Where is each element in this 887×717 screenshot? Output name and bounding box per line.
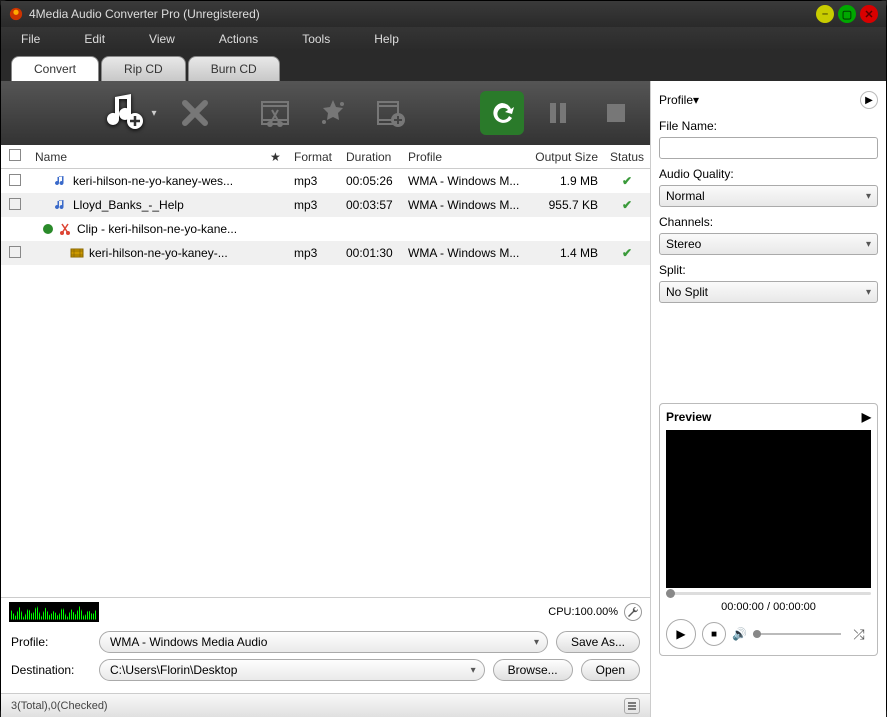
volume-slider[interactable] (753, 633, 841, 635)
preview-header: Preview (666, 410, 711, 424)
destination-label: Destination: (11, 663, 91, 677)
music-icon (53, 197, 69, 213)
column-profile[interactable]: Profile (408, 150, 528, 164)
waveform-display (9, 602, 99, 622)
row-format: mp3 (294, 246, 346, 260)
profile-select[interactable]: WMA - Windows Media Audio (99, 631, 548, 653)
open-button[interactable]: Open (581, 659, 640, 681)
convert-button[interactable] (480, 91, 524, 135)
volume-icon: 🔊 (732, 627, 747, 641)
stop-button[interactable] (592, 89, 640, 137)
row-duration: 00:03:57 (346, 198, 408, 212)
film-icon (69, 245, 85, 261)
music-icon (53, 173, 69, 189)
filename-input[interactable] (659, 137, 878, 159)
close-button[interactable]: ✕ (860, 5, 878, 23)
menu-tools[interactable]: Tools (302, 32, 330, 46)
check-icon: ✔ (622, 174, 632, 188)
row-profile: WMA - Windows M... (408, 246, 528, 260)
audio-quality-label: Audio Quality: (659, 167, 878, 181)
preview-screen (666, 430, 871, 588)
add-to-output-button[interactable] (367, 89, 415, 137)
effects-button[interactable] (309, 89, 357, 137)
split-select[interactable]: No Split (659, 281, 878, 303)
row-checkbox[interactable] (9, 174, 21, 186)
filename-label: File Name: (659, 119, 878, 133)
maximize-button[interactable]: ▢ (838, 5, 856, 23)
row-name: keri-hilson-ne-yo-kaney-... (89, 246, 228, 260)
delete-button[interactable] (171, 89, 219, 137)
table-row[interactable]: Clip - keri-hilson-ne-yo-kane... (1, 217, 650, 241)
row-checkbox[interactable] (9, 246, 21, 258)
preview-stop-button[interactable]: ■ (702, 622, 726, 646)
menu-file[interactable]: File (21, 32, 40, 46)
channels-select[interactable]: Stereo (659, 233, 878, 255)
tab-rip-cd[interactable]: Rip CD (101, 56, 186, 81)
row-profile: WMA - Windows M... (408, 174, 528, 188)
cpu-settings-button[interactable] (624, 603, 642, 621)
column-status[interactable]: Status (604, 150, 650, 164)
table-row[interactable]: keri-hilson-ne-yo-kaney-wes... mp300:05:2… (1, 169, 650, 193)
menu-actions[interactable]: Actions (219, 32, 258, 46)
menu-view[interactable]: View (149, 32, 175, 46)
column-star[interactable]: ★ (270, 150, 294, 164)
preview-expand-button[interactable]: ▶ (862, 410, 871, 424)
add-file-button[interactable]: ▾ (101, 89, 161, 137)
column-output-size[interactable]: Output Size (528, 150, 604, 164)
side-profile-header: Profile▾ (659, 93, 699, 107)
channels-label: Channels: (659, 215, 878, 229)
audio-quality-select[interactable]: Normal (659, 185, 878, 207)
select-all-checkbox[interactable] (9, 149, 21, 161)
row-size: 955.7 KB (528, 198, 604, 212)
clip-icon (57, 221, 73, 237)
window-title: 4Media Audio Converter Pro (Unregistered… (29, 7, 260, 21)
cpu-usage: CPU:100.00% (548, 606, 618, 618)
row-profile: WMA - Windows M... (408, 198, 528, 212)
snapshot-button[interactable]: ⤮ (847, 622, 871, 646)
menu-edit[interactable]: Edit (84, 32, 105, 46)
column-duration[interactable]: Duration (346, 150, 408, 164)
check-icon: ✔ (622, 246, 632, 260)
split-label: Split: (659, 263, 878, 277)
row-name: Clip - keri-hilson-ne-yo-kane... (77, 222, 237, 236)
tab-burn-cd[interactable]: Burn CD (188, 56, 280, 81)
app-icon (9, 7, 23, 21)
preview-play-button[interactable]: ▶ (666, 619, 696, 649)
check-icon: ✔ (622, 198, 632, 212)
minimize-button[interactable]: – (816, 5, 834, 23)
save-as-button[interactable]: Save As... (556, 631, 640, 653)
row-format: mp3 (294, 198, 346, 212)
table-row[interactable]: keri-hilson-ne-yo-kaney-... mp300:01:30WM… (1, 241, 650, 265)
browse-button[interactable]: Browse... (493, 659, 573, 681)
clip-button[interactable] (251, 89, 299, 137)
row-format: mp3 (294, 174, 346, 188)
row-size: 1.9 MB (528, 174, 604, 188)
preview-seek-slider[interactable] (666, 592, 871, 595)
row-duration: 00:01:30 (346, 246, 408, 260)
row-size: 1.4 MB (528, 246, 604, 260)
profile-label: Profile: (11, 635, 91, 649)
column-format[interactable]: Format (294, 150, 346, 164)
row-name: Lloyd_Banks_-_Help (73, 198, 184, 212)
menu-help[interactable]: Help (374, 32, 399, 46)
tab-convert[interactable]: Convert (11, 56, 99, 81)
column-name[interactable]: Name (29, 150, 270, 164)
preview-time: 00:00:00 / 00:00:00 (666, 601, 871, 613)
row-name: keri-hilson-ne-yo-kaney-wes... (73, 174, 233, 188)
pause-button[interactable] (534, 89, 582, 137)
destination-select[interactable]: C:\Users\Florin\Desktop (99, 659, 485, 681)
list-view-button[interactable] (624, 698, 640, 714)
table-row[interactable]: Lloyd_Banks_-_Help mp300:03:57WMA - Windo… (1, 193, 650, 217)
row-checkbox[interactable] (9, 198, 21, 210)
row-duration: 00:05:26 (346, 174, 408, 188)
side-profile-expand-button[interactable]: ▶ (860, 91, 878, 109)
status-text: 3(Total),0(Checked) (11, 700, 108, 712)
